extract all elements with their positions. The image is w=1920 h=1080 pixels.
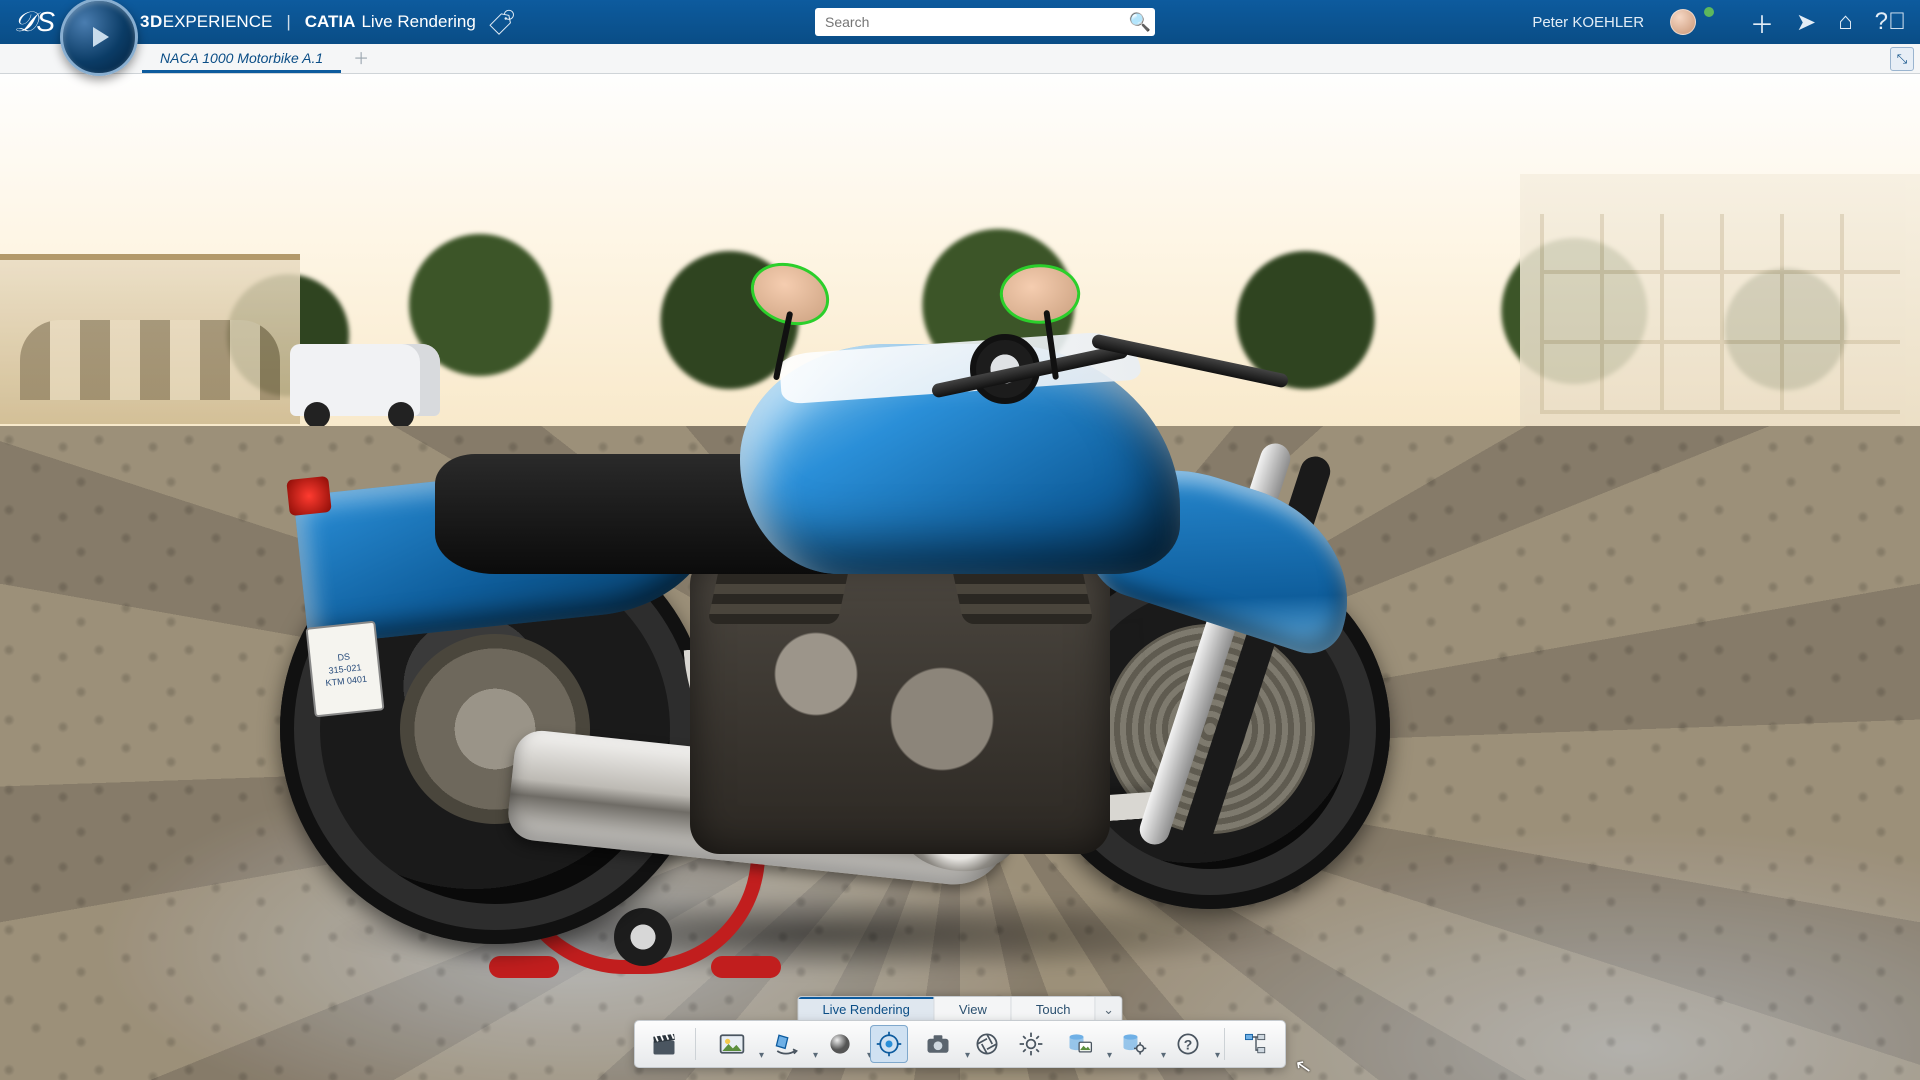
rotate3d-icon [772,1030,800,1058]
environment-tool[interactable]: ▾ [708,1025,756,1063]
sphere-icon [826,1030,854,1058]
action-bar-tabs: Live Rendering View Touch ⌄ [797,996,1122,1022]
help-tool[interactable]: ? ▾ [1164,1025,1212,1063]
tag-icon[interactable]: 🏷 [487,7,516,37]
tab-touch[interactable]: Touch [1012,997,1096,1022]
turntable-tool[interactable]: ▾ [762,1025,810,1063]
add-icon[interactable]: ＋ [1750,5,1774,40]
user-name: Peter KOEHLER [1532,14,1644,31]
environment-building-right [1520,174,1920,434]
collapse-tabs-button[interactable]: ⤡ [1890,47,1914,71]
new-tab-button[interactable]: ＋ [353,45,369,73]
viewport-3d[interactable]: DS 315-021 KTM 0401 ↖ Live Rendering Vie… [0,74,1920,1080]
tree-tool[interactable] [1237,1025,1275,1063]
library-tool[interactable]: ▾ [1056,1025,1104,1063]
share-icon[interactable]: ➤ [1796,8,1816,37]
scenes-tool[interactable] [645,1025,683,1063]
settings-tool[interactable] [1012,1025,1050,1063]
help-icon[interactable]: ?⃝ [1875,8,1906,36]
tab-live-rendering[interactable]: Live Rendering [798,997,934,1022]
clapperboard-icon [650,1030,678,1058]
environment-vehicle [290,344,440,416]
database-picture-icon [1066,1030,1094,1058]
aperture-icon [973,1030,1001,1058]
app-title: 3DEXPERIENCE | CATIA Live Rendering [140,12,476,32]
render-tool[interactable] [870,1025,908,1063]
sync-tool[interactable]: ▾ [1110,1025,1158,1063]
material-tool[interactable]: ▾ [816,1025,864,1063]
document-tab-label: NACA 1000 Motorbike A.1 [160,50,323,66]
search-input[interactable] [815,14,1125,30]
action-bar: ▾ ▾ ▾ [634,1020,1286,1068]
play-icon [93,27,109,47]
action-tabs-expand-icon[interactable]: ⌄ [1096,997,1122,1022]
picture-icon [718,1030,746,1058]
tree-structure-icon [1242,1030,1270,1058]
dropdown-icon: ▾ [1215,1050,1220,1061]
camera-icon [924,1030,952,1058]
document-tab[interactable]: NACA 1000 Motorbike A.1 [142,45,341,73]
notification-dot-icon [1704,7,1714,17]
document-tab-strip: NACA 1000 Motorbike A.1 ＋ ⤡ [0,44,1920,74]
search-box[interactable]: 🔍 [815,8,1155,36]
ds-logo-icon: 𝒟S [14,6,55,39]
avatar[interactable] [1670,9,1696,35]
compass-button[interactable] [60,0,138,76]
gear-icon [1017,1030,1045,1058]
database-gear-icon [1120,1030,1148,1058]
help-circle-icon: ? [1174,1030,1202,1058]
top-bar: 𝒟S 3DEXPERIENCE | CATIA Live Rendering 🔍… [0,0,1920,44]
search-icon[interactable]: 🔍 [1125,12,1155,33]
svg-text:?: ? [1184,1036,1193,1052]
quality-tool[interactable] [968,1025,1006,1063]
raytrace-icon [875,1030,903,1058]
top-right-cluster: Peter KOEHLER ＋ ➤ ⌂ ?⃝ [1532,0,1906,44]
environment-building-left [0,254,300,424]
snapshot-tool[interactable]: ▾ [914,1025,962,1063]
environment-cobblestone [0,426,1920,1080]
tab-view[interactable]: View [935,997,1012,1022]
home-icon[interactable]: ⌂ [1838,8,1853,36]
